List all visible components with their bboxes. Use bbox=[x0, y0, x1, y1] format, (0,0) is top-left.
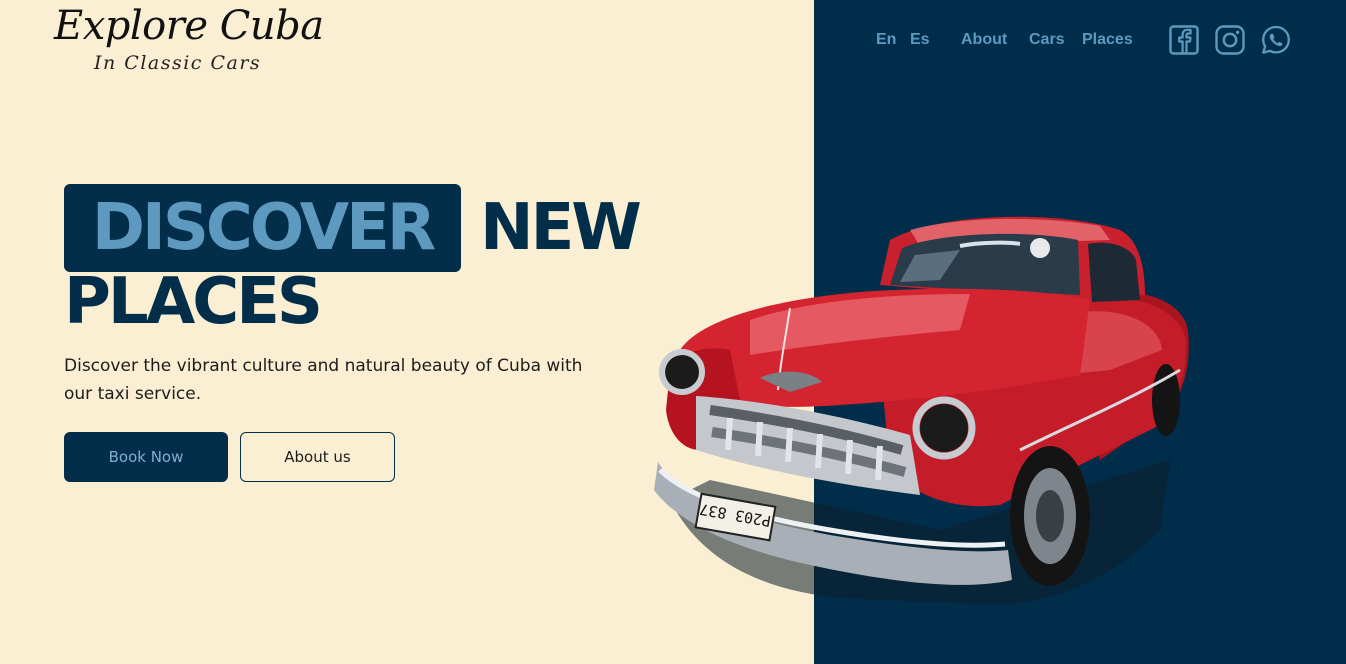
headline-word-places: PLACES bbox=[64, 265, 323, 339]
logo-title: Explore Cuba bbox=[54, 3, 324, 49]
facebook-icon[interactable] bbox=[1168, 24, 1200, 56]
instagram-icon[interactable] bbox=[1214, 24, 1246, 56]
logo-subtitle: In Classic Cars bbox=[94, 52, 262, 74]
headline-highlight-word: DISCOVER bbox=[91, 191, 436, 265]
hero-description: Discover the vibrant culture and natural… bbox=[64, 356, 583, 404]
whatsapp-icon[interactable] bbox=[1260, 24, 1292, 56]
classic-car-image: P203 837 bbox=[640, 200, 1200, 620]
nav-link-places[interactable]: Places bbox=[1082, 26, 1133, 54]
book-now-button[interactable]: Book Now bbox=[64, 432, 228, 482]
headline-word-new: NEW bbox=[480, 191, 642, 265]
nav-link-cars[interactable]: Cars bbox=[1029, 26, 1065, 54]
nav-link-about[interactable]: About bbox=[961, 26, 1007, 54]
about-us-button[interactable]: About us bbox=[240, 432, 395, 482]
logo[interactable]: Explore Cuba In Classic Cars bbox=[54, 2, 324, 80]
lang-es-link[interactable]: Es bbox=[910, 26, 930, 54]
lang-en-link[interactable]: En bbox=[876, 26, 896, 54]
